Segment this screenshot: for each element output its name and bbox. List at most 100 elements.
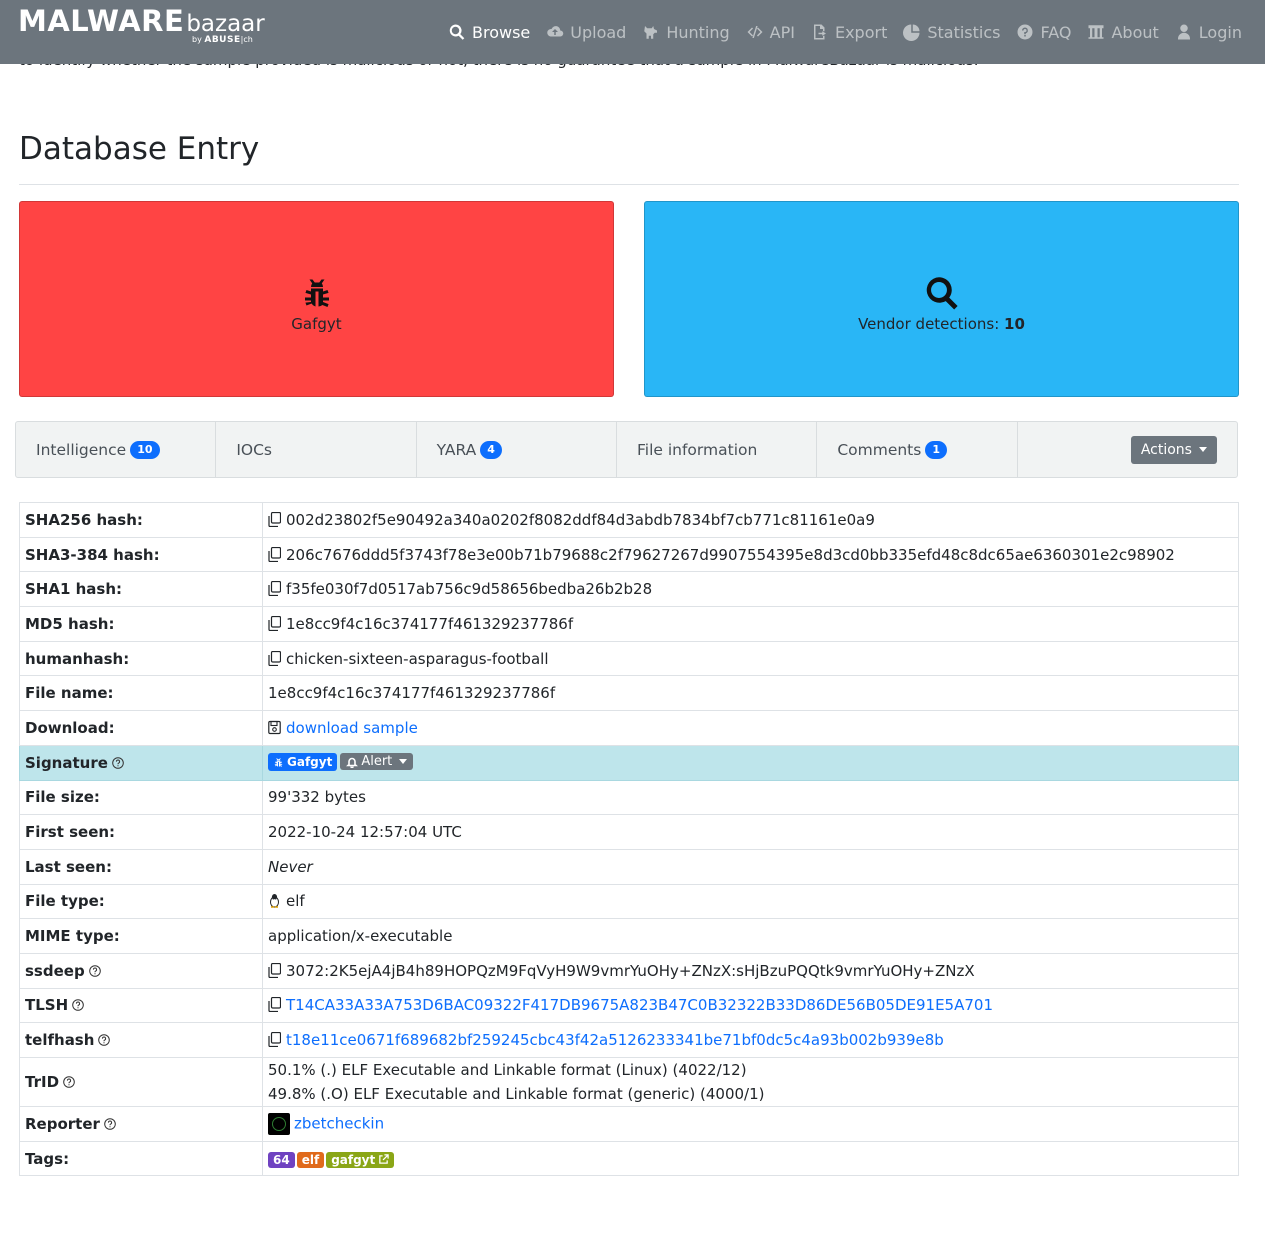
copy-icon[interactable] [268,546,281,562]
table-row-signature: Signature Gafgyt Alert [19,744,1239,781]
nav-upload[interactable]: Upload [546,23,626,42]
telfhash-link[interactable]: t18e11ce0671f689682bf259245cbc43f42a5126… [286,1031,944,1049]
row-label: File name: [19,675,263,712]
tab-file-information[interactable]: File information [617,422,818,477]
cloud-upload-icon [547,26,564,37]
row-label: telfhash [19,1022,263,1058]
tab-actions-cell: Actions [1018,422,1237,477]
user-icon [1177,24,1190,40]
row-label: MIME type: [19,918,263,954]
table-row: SHA1 hash: f35fe030f7d0517ab756c9d58656b… [19,571,1239,608]
reporter-link[interactable]: zbetcheckin [294,1114,384,1132]
nav-login[interactable]: Login [1175,23,1242,42]
table-row: File size: 99'332 bytes [19,779,1239,816]
actions-dropdown-button[interactable]: Actions [1130,435,1217,464]
row-label: TLSH [19,987,263,1024]
tag-badge[interactable]: elf [296,1151,325,1168]
copy-icon[interactable] [268,511,281,527]
row-label: Last seen: [19,848,263,885]
bell-icon [346,757,359,768]
filetype-value: elf [286,892,305,911]
export-icon [813,24,826,40]
copy-icon[interactable] [268,650,281,666]
help-icon[interactable] [112,756,124,769]
tab-yara[interactable]: YARA 4 [417,422,617,477]
nav-export[interactable]: Export [811,23,887,42]
nav-statistics[interactable]: Statistics [903,23,1000,42]
table-row: First seen: 2022-10-24 12:57:04 UTC [19,814,1239,850]
table-row: TrID 50.1% (.) ELF Executable and Linkab… [19,1057,1239,1107]
signature-card: Gafgyt [19,201,614,397]
help-icon[interactable] [63,1076,75,1088]
sha1-value: f35fe030f7d0517ab756c9d58656bedba26b2b28 [286,580,653,599]
building-icon [1088,25,1104,39]
bug-icon [274,758,283,767]
table-row: SHA3-384 hash: 206c7676ddd5f3743f78e3e00… [19,536,1239,573]
nav-api[interactable]: API [746,23,795,42]
search-icon [926,277,958,310]
row-label: humanhash: [19,640,263,677]
tlsh-link[interactable]: T14CA33A33A753D6BAC09322F417DB9675A823B4… [286,996,993,1014]
nav-faq[interactable]: FAQ [1016,23,1071,42]
row-label: Tags: [19,1140,263,1177]
trid-line: 50.1% (.) ELF Executable and Linkable fo… [268,1061,747,1079]
dog-icon [644,26,658,39]
copy-icon[interactable] [268,581,281,597]
filename-value: 1e8cc9f4c16c374177f461329237786f [262,675,1239,712]
floppy-disk-icon [268,720,281,735]
copy-icon[interactable] [268,962,281,978]
sha256-value: 002d23802f5e90492a340a0202f8082ddf84d3ab… [286,510,875,529]
tag-badge[interactable]: gafgyt [326,1151,395,1168]
filesize-value: 99'332 bytes [262,779,1239,816]
table-row: Tags: 64 elf gafgyt [19,1140,1239,1177]
row-label: File size: [19,779,263,816]
row-label: Signature [19,744,263,781]
vendor-detections-label: Vendor detections: 10 [858,315,1025,333]
title-divider [19,184,1239,185]
brand-logo[interactable]: MALWAREbazaar [18,4,265,38]
lastseen-value: Never [262,848,1239,885]
table-row: SHA256 hash: 002d23802f5e90492a340a0202f… [19,502,1239,538]
alert-dropdown-button[interactable]: Alert [340,753,414,771]
row-label: SHA3-384 hash: [19,536,263,573]
copy-icon[interactable] [268,997,281,1013]
entry-tabs: Intelligence 10 IOCs YARA 4 File informati… [15,421,1238,478]
copy-icon[interactable] [268,1032,281,1048]
nav-hunting[interactable]: Hunting [642,23,730,42]
help-icon[interactable] [98,1034,111,1046]
table-row: Download: download sample [19,710,1239,746]
signature-badge[interactable]: Gafgyt [268,753,338,772]
row-label: SHA256 hash: [19,502,263,538]
copy-icon[interactable] [268,615,281,631]
help-icon[interactable] [88,964,101,977]
tag-badge[interactable]: 64 [268,1151,295,1168]
top-navbar: MALWAREbazaar by ABUSE|ch Browse Upload … [0,0,1265,64]
sample-info-table: SHA256 hash: 002d23802f5e90492a340a0202f… [19,502,1239,1177]
row-label: First seen: [19,814,263,850]
table-row: humanhash: chicken-sixteen-asparagus-foo… [19,640,1239,677]
main-nav: Browse Upload Hunting API Export Statist… [440,0,1250,64]
table-row: File type: elf [19,883,1239,920]
row-label: MD5 hash: [19,606,263,642]
firstseen-value: 2022-10-24 12:57:04 UTC [262,814,1239,850]
help-icon[interactable] [72,999,84,1012]
code-icon [747,26,763,38]
nav-about[interactable]: About [1087,23,1159,42]
chevron-down-icon [399,759,408,765]
table-row: TLSH T14CA33A33A753D6BAC09322F417DB9675A… [19,987,1239,1024]
table-row: MIME type: application/x-executable [19,918,1239,954]
nav-browse[interactable]: Browse [448,23,530,42]
tab-iocs[interactable]: IOCs [216,422,417,477]
avatar [268,1112,290,1135]
table-row: File name: 1e8cc9f4c16c374177f4613292377… [19,675,1239,712]
chevron-down-icon [1198,447,1207,452]
vendor-detections-card: Vendor detections: 10 [644,201,1239,397]
tab-comments[interactable]: Comments 1 [817,422,1018,477]
external-link-icon [379,1154,389,1164]
tab-intelligence[interactable]: Intelligence 10 [16,422,217,477]
download-sample-link[interactable]: download sample [286,719,418,737]
row-label: ssdeep [19,952,263,989]
table-row: ssdeep 3072:2K5ejA4jB4h89HOPQzM9FqVyH9W9… [19,952,1239,989]
table-row: telfhash t18e11ce0671f689682bf259245cbc4… [19,1022,1239,1058]
help-icon[interactable] [104,1118,116,1130]
